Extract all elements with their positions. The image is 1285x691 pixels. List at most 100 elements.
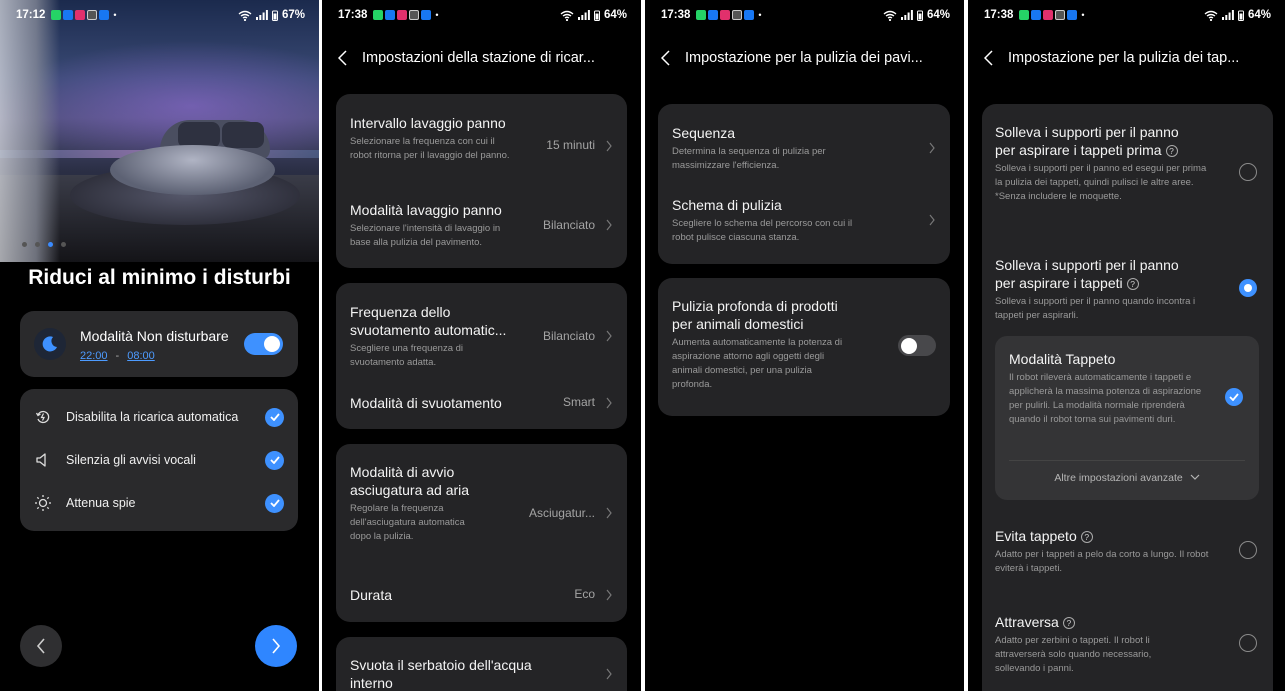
setting-carpet-mode[interactable]: Modalità Tappeto Il robot rileverà autom… bbox=[1009, 350, 1245, 427]
option-mute-voice[interactable]: Silenzia gli avvisi vocali bbox=[20, 440, 298, 480]
option-label: Silenzia gli avvisi vocali bbox=[66, 453, 196, 467]
setting-empty-water-tank[interactable]: Svuota il serbatoio dell'acqua interno bbox=[350, 656, 613, 691]
back-button[interactable] bbox=[645, 50, 685, 66]
chevron-down-icon bbox=[1190, 474, 1200, 480]
status-bar: 17:12 • 67% bbox=[16, 9, 305, 21]
setting-title: Svuota il serbatoio dell'acqua interno bbox=[350, 657, 532, 691]
option-description: Solleva i supporti per il panno quando i… bbox=[995, 296, 1196, 321]
status-time: 17:38 bbox=[984, 9, 1014, 21]
checked-icon[interactable] bbox=[1225, 388, 1243, 406]
option-title: Attraversa bbox=[995, 614, 1059, 630]
option-label: Attenua spie bbox=[66, 496, 136, 510]
checked-icon[interactable] bbox=[265, 407, 284, 427]
chevron-right-icon bbox=[929, 142, 935, 154]
setting-auto-empty-frequency[interactable]: Frequenza dello svuotamento automatic...… bbox=[350, 303, 613, 370]
dnd-start-time[interactable]: 22:00 bbox=[80, 350, 108, 362]
brightness-icon bbox=[34, 494, 52, 512]
option-title: Solleva i supporti per il panno per aspi… bbox=[995, 124, 1179, 158]
status-bar: 17:38 • 64% bbox=[661, 9, 950, 21]
dnd-toggle[interactable] bbox=[244, 333, 283, 355]
notification-icons bbox=[373, 10, 432, 20]
cleaning-sequence-card: Sequenza Determina la sequenza di pulizi… bbox=[658, 104, 950, 264]
screen-station-settings: 17:38 • 64% Impostazioni della stazione … bbox=[322, 0, 641, 691]
option-cross-carpet[interactable]: Attraversa? Adatto per zerbini o tappeti… bbox=[995, 613, 1259, 676]
page-title: Impostazioni della stazione di ricar... bbox=[362, 50, 595, 66]
setting-description: Regolare la frequenza dell'asciugatura a… bbox=[350, 503, 465, 542]
next-button[interactable] bbox=[255, 625, 297, 667]
chevron-right-icon bbox=[929, 214, 935, 226]
option-avoid-carpet[interactable]: Evita tappeto? Adatto per i tappeti a pe… bbox=[995, 527, 1259, 576]
setting-title: Pulizia profonda di prodotti per animali… bbox=[672, 298, 838, 332]
speaker-icon bbox=[34, 451, 52, 469]
pet-deep-clean-toggle[interactable] bbox=[898, 335, 936, 356]
previous-button[interactable] bbox=[20, 625, 62, 667]
status-time: 17:38 bbox=[661, 9, 691, 21]
radio-button[interactable] bbox=[1239, 163, 1257, 181]
setting-cloth-wash-mode[interactable]: Modalità lavaggio panno Selezionare l'in… bbox=[350, 201, 613, 250]
chevron-right-icon bbox=[606, 219, 612, 231]
setting-duration[interactable]: Durata Eco bbox=[350, 586, 613, 604]
chevron-right-icon bbox=[606, 589, 612, 601]
option-lift-mop-carpet-first[interactable]: Solleva i supporti per il panno per aspi… bbox=[995, 123, 1259, 204]
divider bbox=[1009, 460, 1245, 461]
wifi-icon bbox=[1204, 10, 1218, 21]
status-time: 17:38 bbox=[338, 9, 368, 21]
hero-image bbox=[0, 0, 319, 262]
dnd-options-card: Disabilita la ricarica automatica Silenz… bbox=[20, 389, 298, 531]
chevron-left-icon bbox=[661, 50, 670, 66]
chevron-right-icon bbox=[606, 668, 612, 680]
battery-icon bbox=[916, 10, 923, 21]
help-icon[interactable]: ? bbox=[1126, 278, 1139, 290]
signal-icon bbox=[255, 10, 268, 20]
dnd-end-time[interactable]: 08:00 bbox=[127, 350, 155, 362]
setting-title: Modalità Tappeto bbox=[1009, 351, 1116, 367]
radio-button[interactable] bbox=[1239, 634, 1257, 652]
setting-description: Il robot rileverà automaticamente i tapp… bbox=[1009, 372, 1202, 425]
help-icon[interactable]: ? bbox=[1165, 145, 1178, 157]
settings-group-cloth: Intervallo lavaggio panno Selezionare la… bbox=[336, 94, 627, 268]
back-button[interactable] bbox=[968, 50, 1008, 66]
help-icon[interactable]: ? bbox=[1062, 617, 1075, 629]
screen-floor-cleaning-settings: 17:38 • 64% Impostazione per la pulizia … bbox=[645, 0, 964, 691]
settings-group-water-tank: Svuota il serbatoio dell'acqua interno bbox=[336, 637, 627, 691]
setting-cleaning-pattern[interactable]: Schema di pulizia Scegliere lo schema de… bbox=[672, 196, 936, 245]
battery-level: 64% bbox=[603, 9, 627, 21]
setting-title: Modalità lavaggio panno bbox=[350, 202, 502, 218]
setting-title: Modalità di avvio asciugatura ad aria bbox=[350, 464, 470, 498]
chevron-right-icon bbox=[606, 507, 612, 519]
battery-level: 64% bbox=[926, 9, 950, 21]
setting-air-dry-start[interactable]: Modalità di avvio asciugatura ad aria Re… bbox=[350, 463, 613, 544]
notification-icons bbox=[1019, 10, 1078, 20]
option-title: Evita tappeto bbox=[995, 528, 1077, 544]
chevron-left-icon bbox=[338, 50, 347, 66]
checked-icon[interactable] bbox=[265, 493, 284, 513]
moon-icon bbox=[34, 328, 66, 360]
chevron-right-icon bbox=[272, 638, 281, 654]
dnd-time-separator: - bbox=[115, 350, 120, 362]
settings-group-emptying: Frequenza dello svuotamento automatic...… bbox=[336, 283, 627, 429]
setting-empty-mode[interactable]: Modalità di svuotamento Smart bbox=[350, 394, 613, 412]
radio-button-selected[interactable] bbox=[1239, 279, 1257, 297]
back-button[interactable] bbox=[322, 50, 362, 66]
signal-icon bbox=[900, 10, 913, 20]
page-title: Impostazione per la pulizia dei pavi... bbox=[685, 50, 923, 66]
option-lift-mop-carpet[interactable]: Solleva i supporti per il panno per aspi… bbox=[995, 256, 1259, 323]
page-title: Riduci al minimo i disturbi bbox=[28, 266, 291, 289]
setting-value: Bilanciato bbox=[542, 329, 595, 343]
setting-value: Eco bbox=[574, 587, 595, 601]
option-disable-auto-charge[interactable]: Disabilita la ricarica automatica bbox=[20, 397, 298, 437]
advanced-settings-link[interactable]: Altre impostazioni avanzate bbox=[995, 472, 1259, 484]
option-description: Solleva i supporti per il panno ed esegu… bbox=[995, 163, 1207, 202]
setting-title: Frequenza dello svuotamento automatic... bbox=[350, 304, 507, 338]
checked-icon[interactable] bbox=[265, 450, 284, 470]
setting-description: Aumenta automaticamente la potenza di as… bbox=[672, 337, 843, 390]
status-bar: 17:38 • 64% bbox=[338, 9, 627, 21]
setting-sequence[interactable]: Sequenza Determina la sequenza di pulizi… bbox=[672, 124, 936, 173]
option-dim-lights[interactable]: Attenua spie bbox=[20, 483, 298, 523]
notification-icons bbox=[696, 10, 755, 20]
setting-pet-deep-clean[interactable]: Pulizia profonda di prodotti per animali… bbox=[672, 297, 936, 392]
signal-icon bbox=[1221, 10, 1234, 20]
setting-cloth-wash-interval[interactable]: Intervallo lavaggio panno Selezionare la… bbox=[350, 114, 613, 163]
help-icon[interactable]: ? bbox=[1080, 531, 1093, 543]
radio-button[interactable] bbox=[1239, 541, 1257, 559]
